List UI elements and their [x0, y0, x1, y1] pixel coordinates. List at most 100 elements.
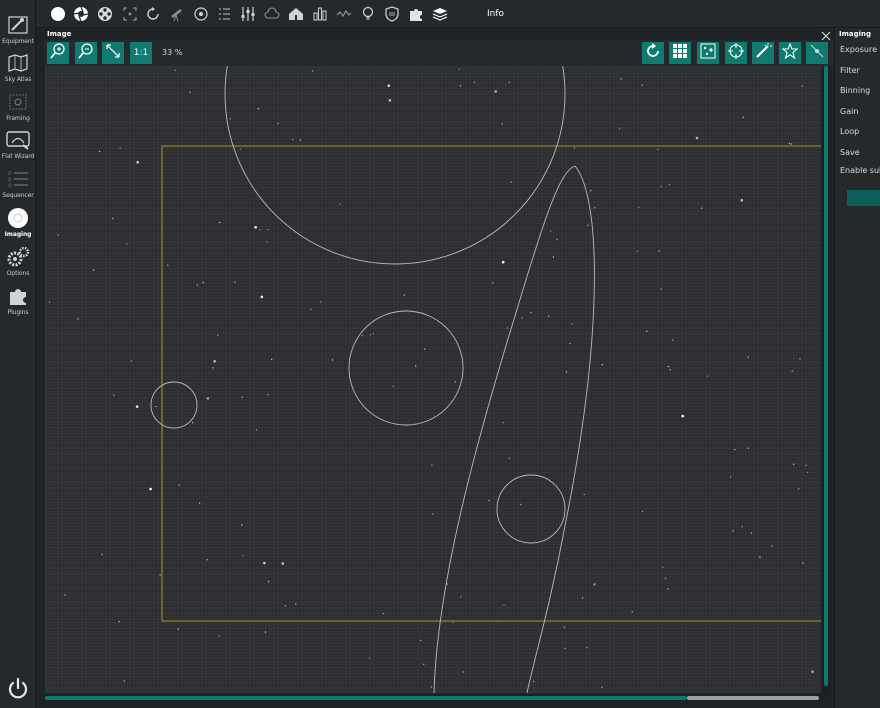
vertical-scroll-thumb[interactable]: [824, 66, 828, 686]
star: [331, 359, 334, 361]
horizontal-scroll-thumb[interactable]: [45, 696, 687, 700]
star: [508, 457, 511, 460]
star: [503, 604, 505, 606]
star: [241, 396, 243, 398]
star: [198, 502, 201, 504]
star: [792, 463, 795, 465]
horizontal-scrollbar[interactable]: [45, 695, 823, 701]
star: [387, 84, 391, 87]
sidebar-item-sequencer[interactable]: ☆ ☆ ☆ Sequencer: [0, 166, 36, 204]
imaging-settings-panel: Imaging Exposure ti Filter Binning Gain …: [834, 28, 880, 708]
sidebar-item-label: Plugins: [7, 309, 29, 316]
star: [564, 647, 566, 650]
image-toolbar: 1:1 33 %: [44, 40, 834, 66]
camera-icon[interactable]: [50, 6, 66, 22]
star: [759, 556, 761, 558]
star: [149, 487, 152, 491]
star-detection-icon: [699, 42, 717, 64]
star: [254, 225, 257, 229]
safety-shield-icon[interactable]: [384, 6, 400, 22]
puzzle-icon[interactable]: [408, 6, 424, 22]
star: [657, 148, 659, 151]
cloud-icon[interactable]: [264, 6, 280, 22]
star: [747, 356, 749, 358]
info-tab-label[interactable]: Info: [487, 9, 504, 19]
fit-to-window-button[interactable]: [102, 42, 124, 64]
vertical-scrollbar[interactable]: [823, 66, 829, 694]
star: [266, 241, 268, 243]
focuser-icon[interactable]: [122, 6, 138, 22]
power-icon[interactable]: [6, 676, 30, 700]
star: [292, 138, 294, 141]
grid-toggle-button[interactable]: [669, 42, 691, 64]
sidebar-item-equipment[interactable]: Equipment: [0, 12, 36, 50]
star: [550, 230, 552, 232]
sidebar-item-flat-wizard[interactable]: Flat Wizard: [0, 127, 36, 165]
aperture-icon[interactable]: [73, 6, 89, 22]
star: [501, 123, 503, 125]
crosshair-button[interactable]: [725, 42, 747, 64]
star: [155, 405, 157, 408]
star: [552, 256, 555, 258]
annotate-button[interactable]: [806, 42, 828, 64]
telescope-icon[interactable]: [169, 6, 185, 22]
sidebar-item-label: Flat Wizard: [1, 153, 35, 160]
star: [740, 199, 744, 202]
star: [669, 368, 671, 371]
star: [123, 680, 126, 682]
star: [587, 224, 589, 226]
auto-stretch-button[interactable]: [642, 42, 664, 64]
sidebar-item-imaging[interactable]: Imaging: [0, 205, 36, 243]
histogram-icon[interactable]: [312, 6, 328, 22]
zoom-out-button[interactable]: [75, 42, 97, 64]
guide-graph-icon[interactable]: [336, 6, 352, 22]
star: [64, 594, 66, 596]
star: [277, 122, 279, 124]
layers-icon[interactable]: [432, 6, 448, 22]
sliders-icon[interactable]: [240, 6, 256, 22]
magic-wand-button[interactable]: [752, 42, 774, 64]
star: [664, 577, 667, 580]
star: [667, 365, 670, 368]
sidebar-item-options[interactable]: Options: [0, 244, 36, 282]
star-field-image: [48, 66, 821, 693]
star-button[interactable]: [779, 42, 801, 64]
zoom-in-button[interactable]: [47, 42, 69, 64]
capture-button[interactable]: [847, 190, 880, 206]
one-to-one-button[interactable]: 1:1: [130, 42, 152, 64]
star: [271, 358, 273, 360]
star: [403, 294, 405, 296]
sidebar-item-plugins[interactable]: Plugins: [0, 283, 36, 321]
dome-icon[interactable]: [288, 6, 304, 22]
guider-icon[interactable]: [193, 6, 209, 22]
sidebar-item-sky-atlas[interactable]: Sky Atlas: [0, 50, 36, 88]
star: [113, 394, 115, 396]
close-icon[interactable]: [820, 27, 832, 41]
rotator-icon[interactable]: [145, 6, 161, 22]
star: [382, 612, 384, 615]
image-viewport[interactable]: [45, 66, 821, 693]
star: [636, 250, 639, 253]
star: [415, 365, 417, 367]
star: [510, 181, 512, 183]
image-panel-title: Image: [47, 30, 72, 38]
star: [430, 686, 432, 688]
sequencer-icon: ☆ ☆ ☆: [6, 168, 30, 190]
grid-icon: [671, 42, 689, 64]
star: [742, 116, 744, 118]
star: [573, 147, 576, 149]
sidebar-item-framing[interactable]: Framing: [0, 89, 36, 127]
star: [257, 108, 260, 110]
star: [533, 680, 535, 683]
star: [601, 363, 604, 366]
star: [520, 503, 522, 506]
star: [264, 631, 267, 633]
star-detection-button[interactable]: [697, 42, 719, 64]
filter-wheel-icon[interactable]: [97, 6, 113, 22]
sidebar-item-label: Equipment: [2, 38, 34, 45]
lightbulb-icon[interactable]: [360, 6, 376, 22]
panel-title: Imaging: [839, 30, 872, 38]
star: [502, 421, 504, 424]
switch-icon[interactable]: [216, 6, 232, 22]
star: [801, 85, 803, 87]
